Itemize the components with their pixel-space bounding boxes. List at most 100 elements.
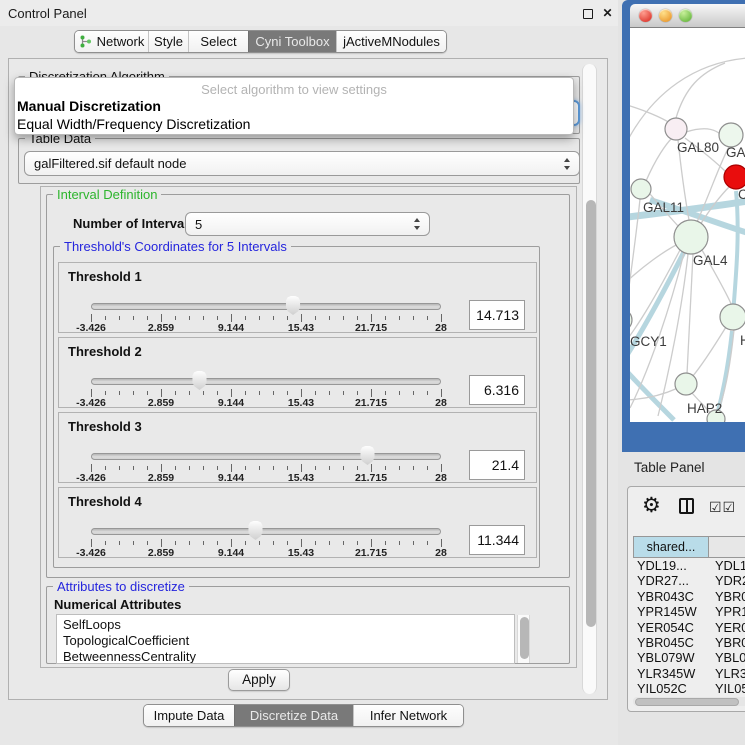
scale-label: 9.144 — [218, 322, 244, 334]
node-label: GCY1 — [630, 334, 667, 349]
table-row[interactable]: YIL052CYIL052C — [633, 681, 745, 696]
cell-name[interactable]: YDL19... — [711, 558, 745, 573]
cell-shared-name[interactable]: YBR043C — [633, 589, 711, 604]
zoom-traffic-icon[interactable] — [679, 9, 692, 22]
table-row[interactable]: YDL19...YDL19... — [633, 558, 745, 573]
cell-name[interactable]: YIL052C — [711, 681, 745, 696]
threshold-1-panel: Threshold 1 -3.4262.8599.14415.4321.7152… — [58, 262, 537, 333]
cell-name[interactable]: YLR345W — [711, 666, 745, 681]
slider-thumb[interactable] — [359, 446, 375, 465]
panel-scrollbar[interactable] — [582, 64, 597, 694]
cell-shared-name[interactable]: YER054C — [633, 620, 711, 635]
tab-jactivemnodules[interactable]: jActiveMNodules — [336, 31, 446, 52]
split-columns-icon[interactable] — [679, 498, 694, 514]
threshold-value-input[interactable]: 6.316 — [469, 375, 525, 405]
cell-shared-name[interactable]: YLR345W — [633, 666, 711, 681]
cell-shared-name[interactable]: YPR145W — [633, 604, 711, 619]
combo-value: 5 — [195, 217, 202, 232]
threshold-label: Threshold 1 — [68, 269, 142, 284]
network-node-h[interactable] — [720, 304, 745, 330]
network-window-titlebar[interactable] — [630, 4, 745, 28]
dropdown-option-equal-width[interactable]: Equal Width/Frequency Discretization — [15, 115, 573, 133]
network-node-gal80[interactable] — [665, 118, 687, 140]
apply-button[interactable]: Apply — [228, 669, 290, 691]
cell-shared-name[interactable]: YBR045C — [633, 635, 711, 650]
scale-label: 28 — [435, 397, 447, 409]
cell-shared-name[interactable]: YDR27... — [633, 573, 711, 588]
slider-thumb[interactable] — [285, 296, 301, 315]
list-scrollbar-thumb[interactable] — [520, 617, 529, 659]
network-canvas[interactable]: GAL80GACGAL11GAL4GCY1HHAP2 — [630, 28, 745, 422]
cell-name[interactable]: YBR043C — [711, 589, 745, 604]
cell-name[interactable]: YPR145W — [711, 604, 745, 619]
slider-ticks — [91, 389, 441, 397]
scale-label: 9.144 — [218, 397, 244, 409]
node-label: GAL4 — [693, 253, 728, 268]
column-header-name[interactable]: name — [708, 536, 745, 558]
tab-cyni-toolbox[interactable]: Cyni Toolbox — [248, 31, 336, 52]
table-row[interactable]: YBL079WYBL079W — [633, 650, 745, 665]
close-icon[interactable]: ✕ — [601, 7, 614, 20]
cell-shared-name[interactable]: YBL079W — [633, 650, 711, 665]
network-node-ga[interactable] — [719, 123, 743, 147]
slider-track[interactable] — [91, 453, 441, 460]
tab-style[interactable]: Style — [148, 31, 188, 52]
attribute-item[interactable]: SelfLoops — [63, 617, 514, 633]
attribute-item[interactable]: BetweennessCentrality — [63, 649, 514, 664]
attribute-item[interactable]: TopologicalCoefficient — [63, 633, 514, 649]
threshold-3-panel: Threshold 3 -3.4262.8599.14415.4321.7152… — [58, 412, 537, 483]
cell-name[interactable]: YBL079W — [711, 650, 745, 665]
panel-scrollbar-thumb[interactable] — [586, 200, 596, 627]
table-row[interactable]: YPR145WYPR145W — [633, 604, 745, 619]
network-node-hap2[interactable] — [675, 373, 697, 395]
num-intervals-combo[interactable]: 5 — [185, 212, 430, 236]
table-row[interactable]: YLR345WYLR345W — [633, 666, 745, 681]
slider-track[interactable] — [91, 378, 441, 385]
table-rows[interactable]: YDL19...YDL19...YDR27...YDR27...YBR043CY… — [633, 558, 745, 696]
scale-label: 15.43 — [288, 472, 314, 484]
cell-name[interactable]: YER054C — [711, 620, 745, 635]
tab-select[interactable]: Select — [188, 31, 248, 52]
float-window-icon[interactable] — [583, 9, 593, 19]
tab-impute-data[interactable]: Impute Data — [144, 705, 234, 726]
threshold-value-input[interactable]: 14.713 — [469, 300, 525, 330]
threshold-2-panel: Threshold 2 -3.4262.8599.14415.4321.7152… — [58, 337, 537, 408]
table-hscrollbar-thumb[interactable] — [635, 698, 739, 706]
network-node-c[interactable] — [724, 165, 745, 189]
column-header-shared[interactable]: shared... — [633, 536, 709, 558]
node-label: HAP2 — [687, 401, 722, 416]
checkbox-columns-icon[interactable]: ☑☑ — [709, 499, 736, 516]
table-row[interactable]: YBR043CYBR043C — [633, 589, 745, 604]
threshold-value-input[interactable]: 11.344 — [469, 525, 525, 555]
slider-track[interactable] — [91, 303, 441, 310]
minimize-traffic-icon[interactable] — [659, 9, 672, 22]
dropdown-option-manual[interactable]: Manual Discretization — [15, 97, 573, 115]
network-node-gal11[interactable] — [631, 179, 651, 199]
close-traffic-icon[interactable] — [639, 9, 652, 22]
table-row[interactable]: YBR045CYBR045C — [633, 635, 745, 650]
slider-thumb[interactable] — [191, 371, 207, 390]
list-scrollbar[interactable] — [517, 615, 530, 663]
gear-icon[interactable]: ⚙ — [642, 493, 661, 518]
table-data-combo[interactable]: galFiltered.sif default node — [24, 151, 580, 176]
tab-network[interactable]: Network — [75, 31, 148, 52]
threshold-value-input[interactable]: 21.4 — [469, 450, 525, 480]
network-node-gcy1[interactable] — [630, 309, 632, 331]
table-row[interactable]: YER054CYER054C — [633, 620, 745, 635]
cell-name[interactable]: YBR045C — [711, 635, 745, 650]
tab-infer-network[interactable]: Infer Network — [353, 705, 463, 726]
tab-discretize-data[interactable]: Discretize Data — [234, 705, 353, 726]
network-node-gal4[interactable] — [674, 220, 708, 254]
cell-name[interactable]: YDR27... — [711, 573, 745, 588]
slider-thumb[interactable] — [247, 521, 263, 540]
attributes-list[interactable]: SelfLoopsTopologicalCoefficientBetweenne… — [56, 614, 515, 664]
table-hscrollbar[interactable] — [633, 697, 745, 706]
table-row[interactable]: YDR27...YDR27... — [633, 573, 745, 588]
cell-shared-name[interactable]: YDL19... — [633, 558, 711, 573]
slider-track[interactable] — [91, 528, 441, 535]
slider-scale: -3.4262.8599.14415.4321.71528 — [91, 547, 441, 558]
scale-label: 9.144 — [218, 472, 244, 484]
scale-label: -3.426 — [76, 397, 106, 409]
cell-shared-name[interactable]: YIL052C — [633, 681, 711, 696]
scale-label: 28 — [435, 322, 447, 334]
